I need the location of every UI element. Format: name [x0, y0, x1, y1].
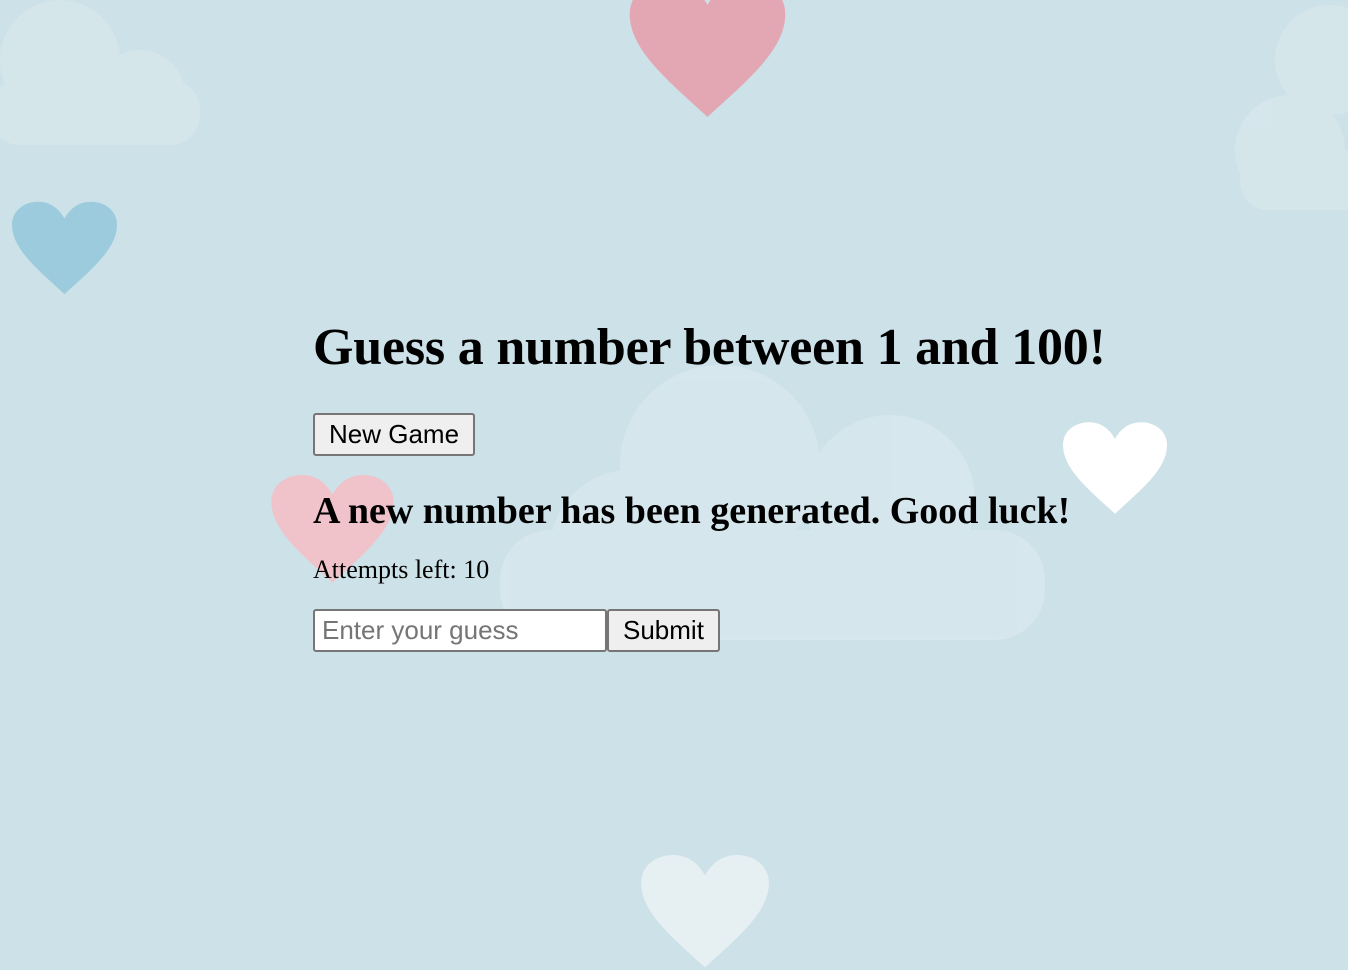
cloud-icon — [0, 0, 200, 145]
submit-button[interactable]: Submit — [607, 609, 720, 652]
game-panel: Guess a number between 1 and 100! New Ga… — [313, 318, 1213, 652]
guess-form: Submit — [313, 609, 1213, 652]
new-game-button[interactable]: New Game — [313, 413, 476, 456]
heart-icon — [641, 855, 769, 968]
status-message: A new number has been generated. Good lu… — [313, 490, 1071, 532]
page-title: Guess a number between 1 and 100! — [313, 319, 1106, 376]
heart-icon — [12, 201, 117, 295]
attempts-left-text: Attempts left: 10 — [313, 555, 490, 584]
guess-input[interactable] — [313, 609, 607, 652]
heart-icon — [629, 0, 786, 117]
cloud-icon — [1235, 5, 1348, 210]
